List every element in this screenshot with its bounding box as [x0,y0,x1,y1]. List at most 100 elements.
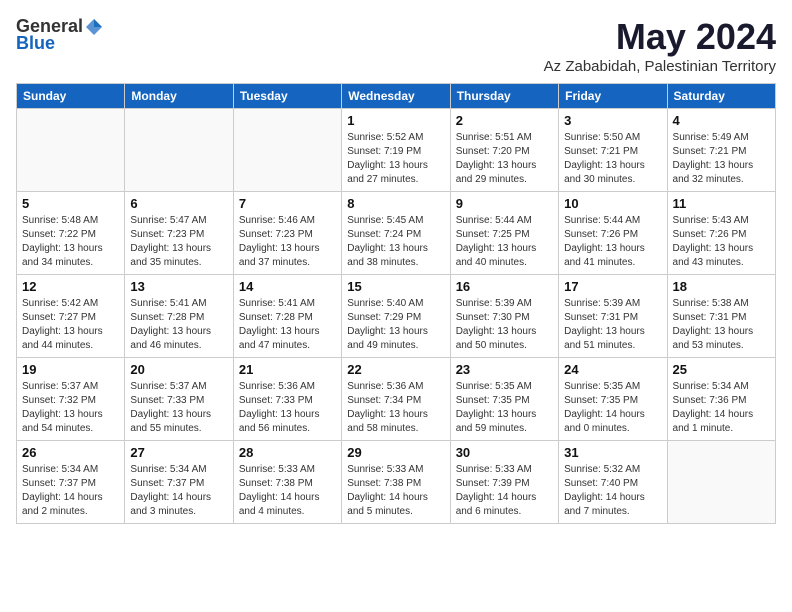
calendar-header-row: Sunday Monday Tuesday Wednesday Thursday… [17,84,776,109]
day-number: 26 [22,445,119,460]
table-row: 12 Sunrise: 5:42 AMSunset: 7:27 PMDayligh… [17,275,125,358]
day-info: Sunrise: 5:32 AMSunset: 7:40 PMDaylight:… [564,463,661,519]
col-tuesday: Tuesday [233,84,341,109]
table-row: 9 Sunrise: 5:44 AMSunset: 7:25 PMDaylight… [450,192,558,275]
day-number: 18 [673,279,770,294]
calendar-week-row: 26 Sunrise: 5:34 AMSunset: 7:37 PMDayligh… [17,441,776,524]
table-row: 22 Sunrise: 5:36 AMSunset: 7:34 PMDayligh… [342,358,450,441]
calendar-week-row: 1 Sunrise: 5:52 AMSunset: 7:19 PMDaylight… [17,109,776,192]
day-info: Sunrise: 5:44 AMSunset: 7:26 PMDaylight:… [564,214,661,270]
col-saturday: Saturday [667,84,775,109]
header: General Blue May 2024 Az Zababidah, Pale… [16,16,776,75]
day-info: Sunrise: 5:36 AMSunset: 7:34 PMDaylight:… [347,380,444,436]
day-number: 22 [347,362,444,377]
table-row: 27Sunrise: 5:34 AMSunset: 7:37 PMDayligh… [125,441,233,524]
table-row [667,441,775,524]
day-info: Sunrise: 5:36 AMSunset: 7:33 PMDaylight:… [239,380,336,436]
col-sunday: Sunday [17,84,125,109]
day-number: 7 [239,196,336,211]
day-info: Sunrise: 5:38 AMSunset: 7:31 PMDaylight:… [673,297,770,353]
day-number: 25 [673,362,770,377]
table-row: 15Sunrise: 5:40 AMSunset: 7:29 PMDayligh… [342,275,450,358]
day-number: 8 [347,196,444,211]
calendar-week-row: 19 Sunrise: 5:37 AMSunset: 7:32 PMDayligh… [17,358,776,441]
day-number: 12 [22,279,119,294]
table-row: 11 Sunrise: 5:43 AMSunset: 7:26 PMDayligh… [667,192,775,275]
table-row: 5 Sunrise: 5:48 AMSunset: 7:22 PMDaylight… [17,192,125,275]
day-info: Sunrise: 5:39 AMSunset: 7:31 PMDaylight:… [564,297,661,353]
logo-blue: Blue [16,33,55,54]
day-number: 23 [456,362,553,377]
table-row: 17 Sunrise: 5:39 AMSunset: 7:31 PMDayligh… [559,275,667,358]
day-number: 9 [456,196,553,211]
day-info: Sunrise: 5:33 AMSunset: 7:38 PMDaylight:… [347,463,444,519]
day-info: Sunrise: 5:51 AMSunset: 7:20 PMDaylight:… [456,131,553,187]
day-number: 24 [564,362,661,377]
day-info: Sunrise: 5:45 AMSunset: 7:24 PMDaylight:… [347,214,444,270]
day-info: Sunrise: 5:49 AMSunset: 7:21 PMDaylight:… [673,131,770,187]
col-monday: Monday [125,84,233,109]
table-row: 28Sunrise: 5:33 AMSunset: 7:38 PMDayligh… [233,441,341,524]
day-info: Sunrise: 5:43 AMSunset: 7:26 PMDaylight:… [673,214,770,270]
day-info: Sunrise: 5:34 AMSunset: 7:37 PMDaylight:… [130,463,227,519]
day-info: Sunrise: 5:35 AMSunset: 7:35 PMDaylight:… [456,380,553,436]
table-row: 8 Sunrise: 5:45 AMSunset: 7:24 PMDaylight… [342,192,450,275]
table-row: 25 Sunrise: 5:34 AMSunset: 7:36 PMDayligh… [667,358,775,441]
day-number: 19 [22,362,119,377]
day-info: Sunrise: 5:39 AMSunset: 7:30 PMDaylight:… [456,297,553,353]
day-number: 5 [22,196,119,211]
table-row: 3 Sunrise: 5:50 AMSunset: 7:21 PMDaylight… [559,109,667,192]
day-info: Sunrise: 5:37 AMSunset: 7:32 PMDaylight:… [22,380,119,436]
day-number: 31 [564,445,661,460]
calendar-week-row: 12 Sunrise: 5:42 AMSunset: 7:27 PMDayligh… [17,275,776,358]
day-number: 30 [456,445,553,460]
table-row: 16Sunrise: 5:39 AMSunset: 7:30 PMDayligh… [450,275,558,358]
table-row: 24 Sunrise: 5:35 AMSunset: 7:35 PMDayligh… [559,358,667,441]
table-row: 21 Sunrise: 5:36 AMSunset: 7:33 PMDayligh… [233,358,341,441]
day-info: Sunrise: 5:33 AMSunset: 7:39 PMDaylight:… [456,463,553,519]
col-wednesday: Wednesday [342,84,450,109]
day-number: 6 [130,196,227,211]
day-info: Sunrise: 5:44 AMSunset: 7:25 PMDaylight:… [456,214,553,270]
table-row: 31 Sunrise: 5:32 AMSunset: 7:40 PMDayligh… [559,441,667,524]
day-info: Sunrise: 5:52 AMSunset: 7:19 PMDaylight:… [347,131,444,187]
day-number: 21 [239,362,336,377]
day-info: Sunrise: 5:35 AMSunset: 7:35 PMDaylight:… [564,380,661,436]
table-row: 1 Sunrise: 5:52 AMSunset: 7:19 PMDaylight… [342,109,450,192]
day-number: 14 [239,279,336,294]
table-row: 30 Sunrise: 5:33 AMSunset: 7:39 PMDayligh… [450,441,558,524]
day-number: 11 [673,196,770,211]
calendar-week-row: 5 Sunrise: 5:48 AMSunset: 7:22 PMDaylight… [17,192,776,275]
table-row: 2 Sunrise: 5:51 AMSunset: 7:20 PMDaylight… [450,109,558,192]
day-number: 1 [347,113,444,128]
table-row: 14Sunrise: 5:41 AMSunset: 7:28 PMDayligh… [233,275,341,358]
day-info: Sunrise: 5:33 AMSunset: 7:38 PMDaylight:… [239,463,336,519]
table-row [17,109,125,192]
logo-icon [84,17,104,37]
day-number: 13 [130,279,227,294]
day-info: Sunrise: 5:50 AMSunset: 7:21 PMDaylight:… [564,131,661,187]
day-number: 2 [456,113,553,128]
table-row: 6 Sunrise: 5:47 AMSunset: 7:23 PMDaylight… [125,192,233,275]
day-info: Sunrise: 5:42 AMSunset: 7:27 PMDaylight:… [22,297,119,353]
table-row: 13 Sunrise: 5:41 AMSunset: 7:28 PMDayligh… [125,275,233,358]
col-thursday: Thursday [450,84,558,109]
day-number: 17 [564,279,661,294]
logo: General Blue [16,16,105,54]
table-row: 10 Sunrise: 5:44 AMSunset: 7:26 PMDayligh… [559,192,667,275]
table-row: 4Sunrise: 5:49 AMSunset: 7:21 PMDaylight… [667,109,775,192]
title-area: May 2024 Az Zababidah, Palestinian Terri… [544,16,776,75]
table-row [125,109,233,192]
day-info: Sunrise: 5:34 AMSunset: 7:36 PMDaylight:… [673,380,770,436]
day-info: Sunrise: 5:46 AMSunset: 7:23 PMDaylight:… [239,214,336,270]
day-info: Sunrise: 5:47 AMSunset: 7:23 PMDaylight:… [130,214,227,270]
table-row: 18 Sunrise: 5:38 AMSunset: 7:31 PMDayligh… [667,275,775,358]
day-info: Sunrise: 5:41 AMSunset: 7:28 PMDaylight:… [130,297,227,353]
table-row [233,109,341,192]
day-number: 10 [564,196,661,211]
table-row: 26Sunrise: 5:34 AMSunset: 7:37 PMDayligh… [17,441,125,524]
table-row: 19 Sunrise: 5:37 AMSunset: 7:32 PMDayligh… [17,358,125,441]
day-info: Sunrise: 5:48 AMSunset: 7:22 PMDaylight:… [22,214,119,270]
day-number: 15 [347,279,444,294]
day-number: 3 [564,113,661,128]
